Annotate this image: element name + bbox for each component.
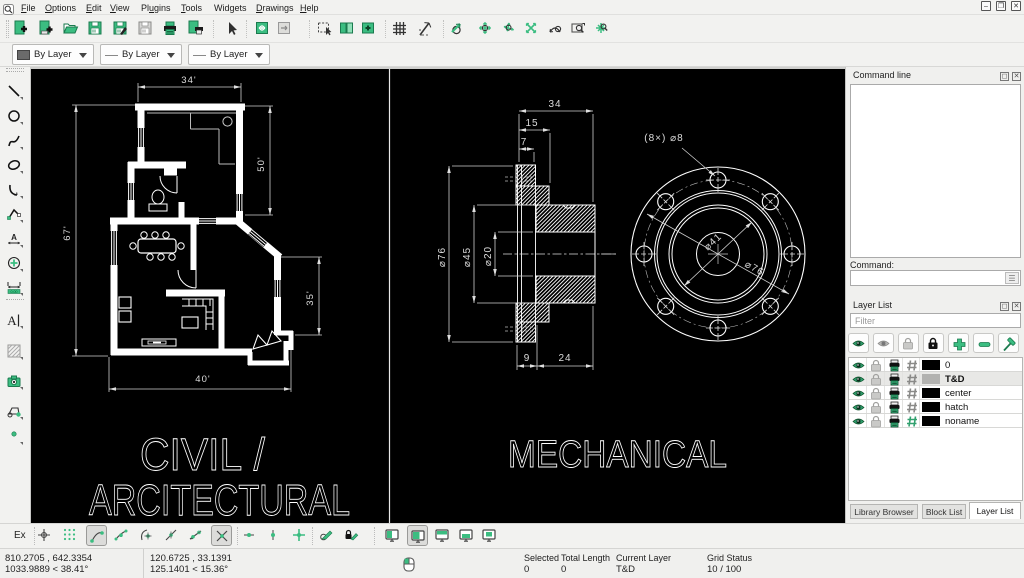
svg-text:7: 7 — [521, 137, 528, 148]
svg-text:ARCITECTURAL: ARCITECTURAL — [89, 476, 350, 523]
svg-text:34': 34' — [181, 75, 196, 86]
svg-text:9: 9 — [524, 353, 531, 364]
svg-text:15: 15 — [525, 118, 538, 129]
svg-text:(8×) ⌀8: (8×) ⌀8 — [644, 133, 683, 144]
svg-text:34: 34 — [548, 99, 561, 110]
svg-text:50': 50' — [256, 156, 267, 171]
svg-text:0.00: 0.00 — [11, 290, 18, 294]
svg-text:40': 40' — [195, 374, 210, 385]
svg-text:⌀20: ⌀20 — [483, 246, 494, 266]
svg-text:35': 35' — [305, 290, 316, 305]
svg-text:67': 67' — [62, 225, 73, 240]
svg-text:CIVIL /: CIVIL / — [140, 429, 265, 480]
svg-text:A: A — [7, 313, 17, 328]
svg-text:24: 24 — [558, 353, 571, 364]
svg-text:MECHANICAL: MECHANICAL — [508, 434, 727, 476]
svg-text:A: A — [11, 233, 17, 242]
svg-text:⌀76: ⌀76 — [437, 247, 448, 267]
svg-text:⌀45: ⌀45 — [462, 247, 473, 267]
